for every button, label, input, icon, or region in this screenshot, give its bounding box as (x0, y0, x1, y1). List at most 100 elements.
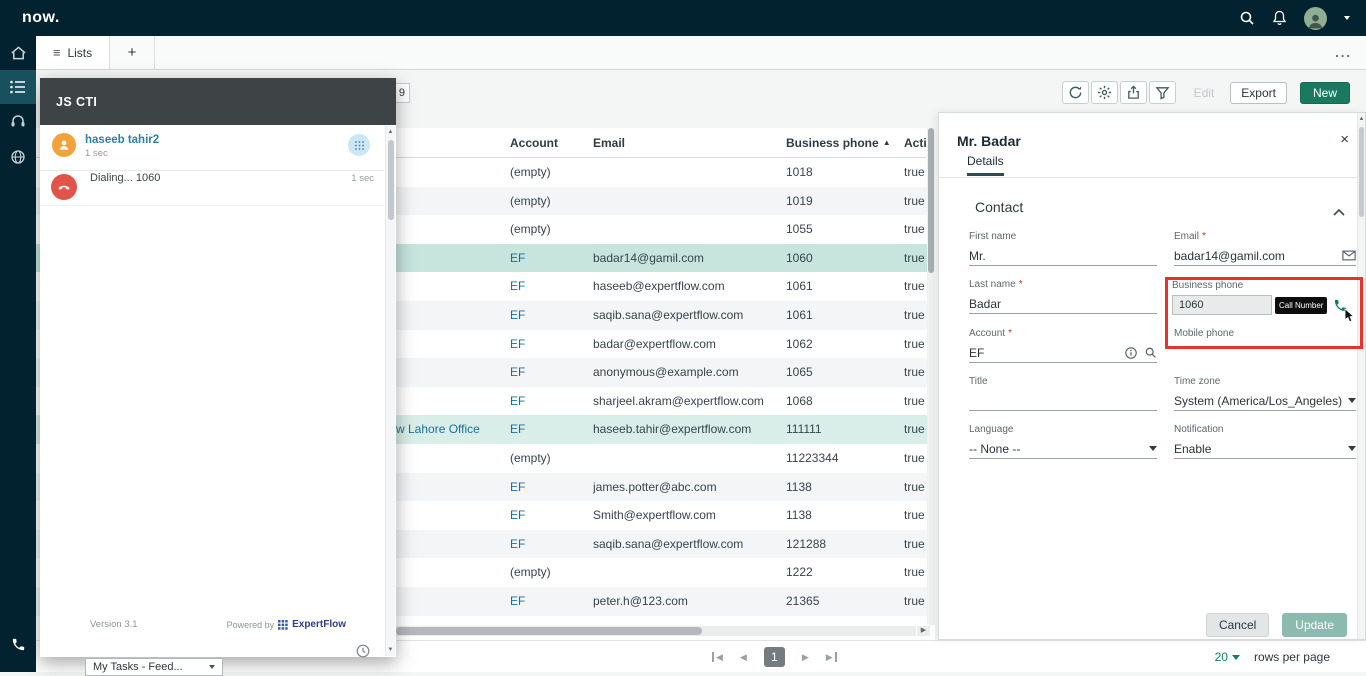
column-header-business-phone[interactable]: Business phone▲ (786, 128, 902, 157)
section-contact: Contact (975, 199, 1023, 215)
scrollbar-thumb[interactable] (388, 140, 394, 220)
cell: (empty) (510, 187, 590, 216)
cell[interactable]: EF (510, 387, 590, 416)
cell[interactable]: EF (510, 587, 590, 616)
rows-per-page: 20 rows per page (1215, 641, 1330, 673)
scroll-right-button[interactable]: ▶ (917, 626, 930, 636)
sidebar-item-workspaces[interactable] (0, 140, 36, 174)
panel-scrollbar[interactable]: ▲ (1357, 113, 1365, 639)
dropdown-arrow-icon (1348, 446, 1356, 451)
email-input[interactable]: badar14@gamil.com (1174, 246, 1356, 266)
last-name-input[interactable]: Badar (969, 294, 1157, 314)
add-tab-button[interactable]: + (110, 36, 155, 69)
cell: 1065 (786, 358, 902, 387)
scroll-up-arrow-icon[interactable]: ▲ (386, 129, 395, 135)
cell: saqib.sana@expertflow.com (593, 301, 783, 330)
notification-select[interactable]: Enable (1174, 439, 1356, 459)
cell[interactable]: w Lahore Office (396, 415, 508, 444)
scrollbar-thumb[interactable] (396, 627, 702, 635)
sidebar-item-agent[interactable] (0, 104, 36, 138)
notifications-bell-icon[interactable] (1272, 10, 1287, 26)
reference-lookup-icon[interactable] (1144, 346, 1157, 359)
call-number-button[interactable]: Call Number (1275, 297, 1327, 314)
last-name-label: Last name* (969, 279, 1157, 290)
last-page-button[interactable]: ▶ (826, 652, 837, 663)
hangup-button[interactable] (51, 174, 77, 200)
tab-details[interactable]: Details (967, 154, 1004, 176)
tab-lists[interactable]: ≡ Lists (36, 36, 110, 69)
settings-button[interactable] (1091, 81, 1118, 104)
cell: (empty) (510, 158, 590, 187)
first-name-input[interactable]: Mr. (969, 246, 1157, 266)
gear-icon (1097, 85, 1112, 100)
share-button[interactable] (1120, 81, 1147, 104)
cell[interactable]: EF (510, 244, 590, 273)
cell: Smith@expertflow.com (593, 501, 783, 530)
servicenow-logo: now. (22, 9, 60, 27)
info-icon[interactable] (1125, 347, 1137, 359)
refresh-button[interactable] (1062, 81, 1089, 104)
language-select[interactable]: -- None -- (969, 439, 1157, 459)
cell[interactable]: EF (510, 530, 590, 559)
export-button[interactable]: Export (1230, 82, 1287, 104)
sidebar-item-phone[interactable] (0, 627, 36, 661)
scrollbar-thumb[interactable] (1359, 127, 1364, 217)
app-sidebar (0, 36, 36, 672)
cti-footer: Version 3.1 Powered by ExpertFlow (90, 619, 346, 630)
tab-lists-label: Lists (67, 46, 92, 60)
cancel-button[interactable]: Cancel (1206, 613, 1269, 637)
cell (396, 587, 508, 616)
cell[interactable]: EF (510, 473, 590, 502)
cell: badar14@gamil.com (593, 244, 783, 273)
more-options-button[interactable]: ... (1335, 36, 1352, 69)
cell[interactable]: EF (510, 501, 590, 530)
cell[interactable]: EF (510, 358, 590, 387)
next-page-button[interactable]: ▶ (802, 652, 809, 663)
dialpad-button[interactable] (348, 134, 370, 156)
cell (396, 330, 508, 359)
search-icon[interactable] (1239, 10, 1255, 26)
cell[interactable]: EF (510, 301, 590, 330)
cell[interactable]: EF (510, 272, 590, 301)
close-panel-button[interactable]: × (1340, 131, 1349, 148)
column-header-email[interactable]: Email (593, 128, 783, 157)
cell (593, 158, 783, 187)
current-page-indicator[interactable]: 1 (764, 647, 785, 667)
account-input[interactable]: EF (969, 343, 1157, 363)
cell: 1222 (786, 558, 902, 587)
scroll-down-arrow-icon[interactable]: ▼ (386, 647, 395, 653)
cell (593, 558, 783, 587)
business-phone-label: Business phone (1172, 280, 1362, 291)
new-button[interactable]: New (1300, 82, 1350, 104)
time-zone-select[interactable]: System (America/Los_Angeles) (1174, 391, 1356, 411)
cell[interactable]: EF (510, 330, 590, 359)
edit-button[interactable]: Edit (1188, 86, 1221, 100)
filter-button[interactable] (1149, 81, 1176, 104)
cti-scrollbar[interactable]: ▲ ▼ (385, 126, 395, 656)
envelope-icon[interactable] (1342, 250, 1356, 261)
rows-per-page-select[interactable]: 20 (1215, 650, 1240, 664)
update-button[interactable]: Update (1282, 613, 1347, 637)
cell[interactable]: EF (510, 415, 590, 444)
collapse-section-button[interactable] (1333, 203, 1345, 221)
cell: 1019 (786, 187, 902, 216)
title-input[interactable] (969, 391, 1157, 411)
user-avatar[interactable] (1304, 7, 1327, 30)
business-phone-input[interactable]: 1060 (1172, 295, 1272, 315)
previous-page-button[interactable]: ◀ (740, 652, 747, 663)
call-history-button[interactable] (356, 644, 370, 663)
field-first-name: First name Mr. (969, 231, 1157, 266)
cti-header[interactable]: JS CTI (40, 78, 396, 125)
user-menu-chevron-icon[interactable] (1344, 16, 1350, 20)
column-header-account[interactable]: Account (510, 128, 590, 157)
scrollbar-thumb[interactable] (928, 128, 934, 273)
home-icon (10, 45, 27, 61)
task-filter-dropdown[interactable]: My Tasks - Feed... (85, 658, 223, 676)
scroll-up-arrow-icon[interactable]: ▲ (1358, 116, 1365, 122)
table-horizontal-scrollbar[interactable] (396, 626, 916, 636)
first-page-button[interactable]: ◀ (712, 652, 723, 663)
sidebar-item-lists[interactable] (0, 70, 36, 104)
sidebar-item-home[interactable] (0, 36, 36, 70)
table-vertical-scrollbar[interactable] (927, 128, 935, 625)
first-name-label: First name (969, 231, 1157, 242)
